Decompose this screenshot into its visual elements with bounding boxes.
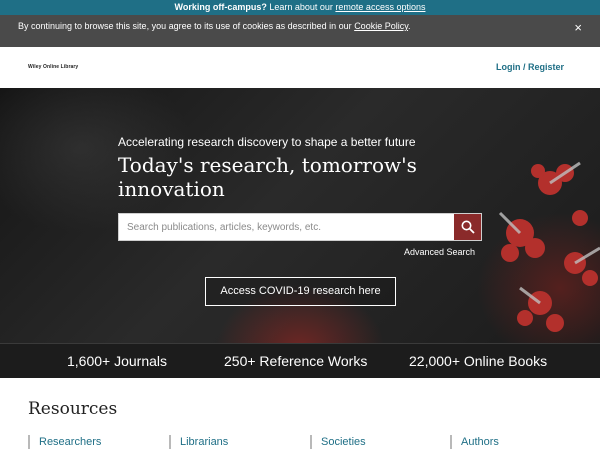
hero-section: Accelerating research discovery to shape… [0,88,600,343]
close-icon[interactable]: × [574,21,582,35]
cookie-banner: By continuing to browse this site, you a… [0,15,600,47]
wiley-logo[interactable]: Wiley Online Library [28,64,78,70]
resource-librarians[interactable]: Librarians [169,435,228,449]
search-icon [461,220,475,234]
stat-reference-works[interactable]: 250+ Reference Works [224,353,367,369]
offcampus-banner: Working off-campus? Learn about our remo… [0,0,600,15]
cookie-text: By continuing to browse this site, you a… [18,21,355,31]
stat-journals[interactable]: 1,600+ Journals [67,353,167,369]
search-input[interactable] [119,214,455,240]
cookie-period: . [408,21,411,31]
virus-illustration [498,161,600,332]
hero-headline: Today's research, tomorrow's innovation [118,153,417,201]
site-header: Wiley Online Library Login / Register [0,47,600,88]
offcampus-bold: Working off-campus? [174,2,267,12]
cookie-message: By continuing to browse this site, you a… [18,20,411,32]
search-bar [118,213,482,241]
login-register-link[interactable]: Login / Register [496,62,564,72]
resources-title: Resources [28,399,118,419]
advanced-search-link[interactable]: Advanced Search [404,247,475,257]
cookie-policy-link[interactable]: Cookie Policy [354,21,408,31]
stats-bar: 1,600+ Journals 250+ Reference Works 22,… [0,343,600,378]
resource-researchers[interactable]: Researchers [28,435,101,449]
hero-tagline: Accelerating research discovery to shape… [118,135,416,149]
stat-online-books[interactable]: 22,000+ Online Books [409,353,547,369]
covid-research-button[interactable]: Access COVID-19 research here [205,277,396,306]
resource-societies[interactable]: Societies [310,435,366,449]
search-button[interactable] [454,214,481,240]
offcampus-text: Learn about our [266,2,336,12]
resource-authors[interactable]: Authors [450,435,499,449]
remote-access-link[interactable]: remote access options [335,2,425,12]
